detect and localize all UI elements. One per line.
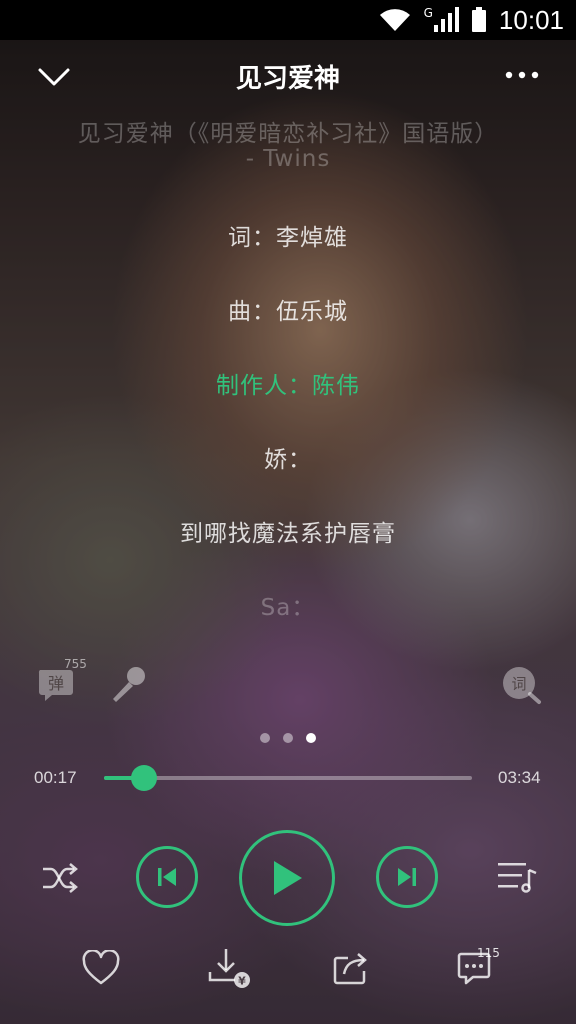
heart-icon	[82, 949, 120, 985]
comment-count-badge: 115	[477, 946, 500, 960]
play-icon	[274, 861, 302, 895]
share-button[interactable]	[332, 950, 370, 986]
lyric-line: 见习爱神（《明爱暗恋补习社》国语版）	[77, 121, 499, 147]
lyric-search-button[interactable]: 词	[500, 664, 542, 706]
lyric-search-label: 词	[511, 675, 526, 693]
status-time: 10:01	[498, 4, 564, 35]
favorite-button[interactable]	[81, 949, 121, 986]
lyric-line: Sa：	[260, 595, 316, 621]
playlist-button[interactable]	[496, 858, 538, 896]
lyrics-panel[interactable]: 见习爱神（《明爱暗恋补习社》国语版） - Twins 词：李焯雄 曲：伍乐城 制…	[0, 110, 576, 650]
progress-bar[interactable]	[104, 765, 472, 791]
lyric-line: - Twins	[245, 146, 331, 172]
lyric-line: 到哪找魔法系护唇膏	[180, 521, 396, 547]
previous-button[interactable]	[136, 846, 198, 908]
progress-thumb[interactable]	[131, 765, 158, 791]
shuffle-button[interactable]	[40, 860, 80, 896]
karaoke-button[interactable]	[106, 664, 150, 704]
svg-text:¥: ¥	[238, 975, 246, 988]
song-title: 见习爱神	[235, 64, 340, 94]
playlist-icon	[498, 863, 537, 893]
page-dot	[260, 733, 270, 743]
network-type-label: G	[423, 6, 433, 20]
wifi-icon	[379, 9, 410, 31]
signal-icon	[433, 7, 459, 32]
lyric-line: 娇：	[264, 447, 312, 473]
elapsed-time: 00:17	[34, 768, 77, 787]
more-options-icon[interactable]	[504, 68, 540, 82]
skip-next-icon	[398, 868, 416, 886]
page-dot	[283, 733, 293, 743]
danmu-count-badge: 755	[64, 657, 87, 671]
page-dot-active	[306, 733, 316, 743]
play-button[interactable]	[239, 830, 335, 926]
microphone-icon	[113, 667, 145, 702]
page-indicator	[0, 733, 576, 743]
lyric-line: 词：李焯雄	[228, 225, 348, 251]
download-paid-icon: ¥	[208, 949, 250, 988]
shuffle-icon	[43, 863, 78, 893]
share-icon	[333, 953, 367, 985]
download-button[interactable]: ¥	[207, 946, 255, 990]
battery-icon	[471, 7, 486, 32]
skip-previous-icon	[158, 868, 176, 886]
total-duration: 03:34	[498, 768, 541, 787]
lyric-line: 曲：伍乐城	[228, 299, 348, 325]
lyric-search-icon: 词	[503, 667, 541, 704]
danmu-label: 弹	[48, 674, 64, 693]
status-bar: G 10:01	[0, 0, 576, 40]
lyric-line-current: 制作人：陈伟	[216, 373, 360, 399]
next-button[interactable]	[376, 846, 438, 908]
player-header: 见习爱神	[0, 40, 576, 116]
